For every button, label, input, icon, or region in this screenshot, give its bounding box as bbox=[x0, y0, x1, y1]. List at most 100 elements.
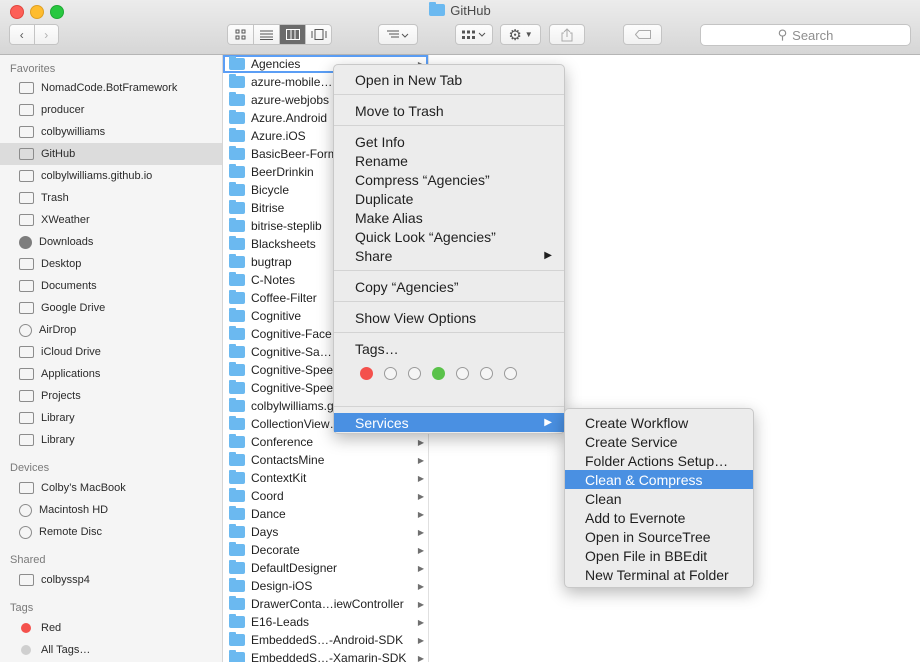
context-menu-item[interactable]: Compress “Agencies” bbox=[334, 170, 564, 189]
folder-icon bbox=[229, 200, 245, 214]
sidebar-favorite-item[interactable]: GitHub bbox=[0, 143, 222, 165]
sidebar-item-label: XWeather bbox=[41, 214, 90, 226]
context-menu: Open in New Tab Move to Trash Get Info Rena… bbox=[333, 64, 565, 434]
services-menu-item[interactable]: Create Service bbox=[565, 432, 753, 451]
context-menu-item[interactable]: Duplicate bbox=[334, 189, 564, 208]
tag-color-button[interactable] bbox=[432, 367, 445, 380]
sidebar-device-item[interactable]: Colby’s MacBook bbox=[0, 477, 222, 499]
services-menu-item[interactable]: Add to Evernote bbox=[565, 508, 753, 527]
folder-row[interactable]: Conference ▶ bbox=[223, 433, 428, 451]
list-view-button[interactable] bbox=[254, 25, 280, 44]
folder-row[interactable]: Dance ▶ bbox=[223, 505, 428, 523]
tag-color-button[interactable] bbox=[360, 367, 373, 380]
tag-color-button[interactable] bbox=[456, 367, 469, 380]
sidebar-favorite-item[interactable]: Projects bbox=[0, 385, 222, 407]
tag-color-button[interactable] bbox=[504, 367, 517, 380]
folder-name: Days bbox=[251, 525, 279, 539]
folder-row[interactable]: Decorate ▶ bbox=[223, 541, 428, 559]
group-by-button[interactable] bbox=[455, 24, 493, 45]
sidebar-favorite-item[interactable]: Library bbox=[0, 407, 222, 429]
sidebar-favorite-item[interactable]: Downloads bbox=[0, 231, 222, 253]
services-menu-item[interactable]: Open in SourceTree bbox=[565, 527, 753, 546]
search-field[interactable]: ⚲ Search bbox=[700, 24, 911, 46]
services-menu-item[interactable]: Folder Actions Setup… bbox=[565, 451, 753, 470]
folder-row[interactable]: DrawerConta…iewController ▶ bbox=[223, 595, 428, 613]
tag-color-button[interactable] bbox=[384, 367, 397, 380]
tag-color-button[interactable] bbox=[408, 367, 421, 380]
folder-name: EmbeddedS…-Xamarin-SDK bbox=[251, 651, 407, 662]
menu-item-label: Clean & Compress bbox=[585, 471, 703, 488]
sidebar-favorite-item[interactable]: producer bbox=[0, 99, 222, 121]
context-menu-item[interactable]: Copy “Agencies” bbox=[334, 277, 564, 296]
sidebar-tag-item[interactable]: Red bbox=[0, 617, 222, 639]
sidebar-favorite-item[interactable]: colbywilliams bbox=[0, 121, 222, 143]
search-icon: ⚲ bbox=[777, 27, 788, 42]
services-menu-item[interactable]: Clean & Compress bbox=[565, 470, 753, 489]
sidebar-favorite-item[interactable]: colbylwilliams.github.io bbox=[0, 165, 222, 187]
folder-icon bbox=[229, 182, 245, 196]
edit-tags-button[interactable] bbox=[623, 24, 662, 45]
menu-item-label: Create Service bbox=[585, 433, 678, 450]
sidebar-favorite-item[interactable]: Desktop bbox=[0, 253, 222, 275]
sidebar-favorite-item[interactable]: Google Drive bbox=[0, 297, 222, 319]
folder-row[interactable]: Days ▶ bbox=[223, 523, 428, 541]
context-menu-item[interactable]: Open in New Tab bbox=[334, 70, 564, 89]
folder-name: Dance bbox=[251, 507, 286, 521]
sidebar-favorite-item[interactable]: Documents bbox=[0, 275, 222, 297]
tag-icon bbox=[634, 30, 651, 39]
folder-icon bbox=[229, 452, 245, 466]
arrange-button[interactable] bbox=[378, 24, 418, 45]
folder-row[interactable]: ContextKit ▶ bbox=[223, 469, 428, 487]
services-menu-item[interactable]: New Terminal at Folder bbox=[565, 565, 753, 584]
disclosure-arrow-icon: ▶ bbox=[417, 599, 425, 609]
folder-icon bbox=[229, 164, 245, 178]
cover-flow-view-button[interactable] bbox=[306, 25, 331, 44]
sidebar-favorite-item[interactable]: AirDrop bbox=[0, 319, 222, 341]
context-menu-item[interactable]: Tags… bbox=[334, 339, 564, 358]
icon-view-button[interactable] bbox=[228, 25, 254, 44]
context-menu-item[interactable]: Get Info bbox=[334, 132, 564, 151]
forward-button[interactable]: › bbox=[34, 25, 58, 44]
sidebar-favorite-item[interactable]: Trash bbox=[0, 187, 222, 209]
submenu-arrow-icon: ▶ bbox=[544, 250, 552, 261]
folder-icon bbox=[229, 236, 245, 250]
services-menu-item[interactable]: Open File in BBEdit bbox=[565, 546, 753, 565]
sidebar-favorite-item[interactable]: NomadCode.BotFramework bbox=[0, 77, 222, 99]
folder-row[interactable]: E16-Leads ▶ bbox=[223, 613, 428, 631]
folder-icon bbox=[229, 290, 245, 304]
context-menu-item[interactable]: Services ▶ bbox=[334, 413, 564, 432]
sidebar-favorite-item[interactable]: XWeather bbox=[0, 209, 222, 231]
menu-item-label: Clean bbox=[585, 490, 622, 507]
sidebar-tag-item[interactable]: All Tags… bbox=[0, 639, 222, 661]
menu-item-label: New Terminal at Folder bbox=[585, 566, 729, 583]
services-menu-item[interactable]: Create Workflow bbox=[565, 413, 753, 432]
sidebar-favorite-item[interactable]: Applications bbox=[0, 363, 222, 385]
column-view-button[interactable] bbox=[280, 25, 306, 44]
toolbar: GitHub ‹ › ⚙ ▼ ⚲ Search bbox=[0, 0, 920, 55]
services-menu-item[interactable]: Clean bbox=[565, 489, 753, 508]
sidebar-shared-item[interactable]: colbyssp4 bbox=[0, 569, 222, 591]
menu-separator bbox=[334, 94, 564, 95]
context-menu-item[interactable]: Rename bbox=[334, 151, 564, 170]
tag-color-button[interactable] bbox=[480, 367, 493, 380]
context-menu-item[interactable]: Move to Trash bbox=[334, 101, 564, 120]
folder-row[interactable]: ContactsMine ▶ bbox=[223, 451, 428, 469]
folder-row[interactable]: EmbeddedS…-Android-SDK ▶ bbox=[223, 631, 428, 649]
sidebar-device-item[interactable]: Remote Disc bbox=[0, 521, 222, 543]
context-menu-item[interactable]: Quick Look “Agencies” bbox=[334, 227, 564, 246]
context-menu-item[interactable]: Show View Options bbox=[334, 308, 564, 327]
folder-row[interactable]: Coord ▶ bbox=[223, 487, 428, 505]
sidebar-device-item[interactable]: Macintosh HD bbox=[0, 499, 222, 521]
disclosure-arrow-icon: ▶ bbox=[417, 491, 425, 501]
folder-row[interactable]: DefaultDesigner ▶ bbox=[223, 559, 428, 577]
share-button[interactable] bbox=[549, 24, 585, 45]
sidebar-favorite-item[interactable]: Library bbox=[0, 429, 222, 451]
sidebar-favorite-item[interactable]: iCloud Drive bbox=[0, 341, 222, 363]
folder-row[interactable]: Design-iOS ▶ bbox=[223, 577, 428, 595]
context-menu-item[interactable]: Share ▶ bbox=[334, 246, 564, 265]
back-button[interactable]: ‹ bbox=[10, 25, 35, 44]
menu-item-label: Services bbox=[355, 414, 409, 431]
action-button[interactable]: ⚙ ▼ bbox=[500, 24, 541, 45]
context-menu-item[interactable]: Make Alias bbox=[334, 208, 564, 227]
folder-row[interactable]: EmbeddedS…-Xamarin-SDK ▶ bbox=[223, 649, 428, 662]
